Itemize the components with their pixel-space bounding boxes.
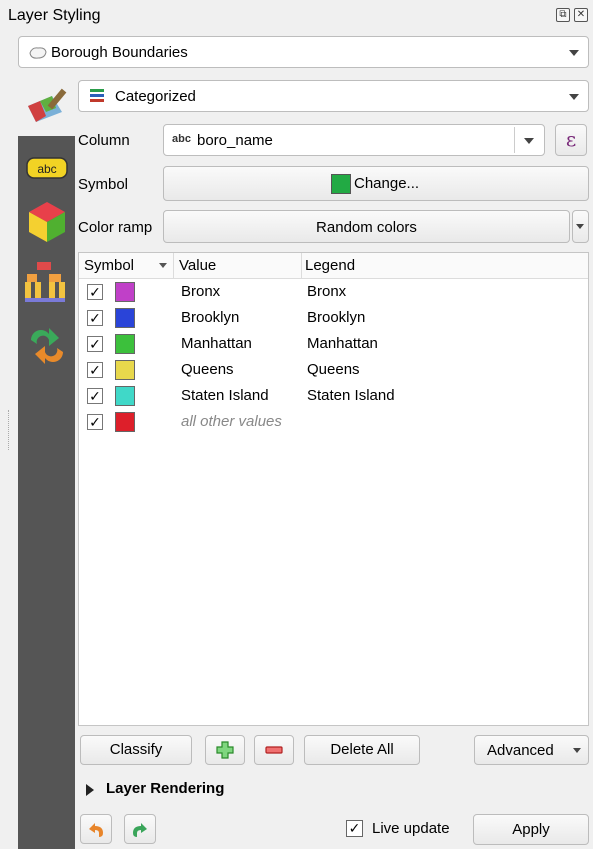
column-separator <box>301 253 302 279</box>
delete-all-button[interactable]: Delete All <box>304 735 420 765</box>
string-field-icon: abc <box>172 133 191 145</box>
live-update-checkbox[interactable]: ✓ <box>346 820 363 837</box>
row-checkbox[interactable]: ✓ <box>87 414 103 430</box>
row-value: Manhattan <box>181 335 252 352</box>
apply-button[interactable]: Apply <box>473 814 589 845</box>
layer-select[interactable]: Borough Boundaries <box>18 36 589 68</box>
symbol-swatch[interactable] <box>115 386 135 406</box>
table-row[interactable]: ✓ Manhattan Manhattan <box>79 332 588 358</box>
column-select[interactable]: abc boro_name <box>163 124 545 156</box>
column-separator <box>173 253 174 279</box>
layer-rendering-toggle[interactable]: Layer Rendering <box>106 780 224 797</box>
redo-icon <box>133 823 147 837</box>
sort-indicator-icon <box>159 263 167 268</box>
row-legend: Bronx <box>307 283 347 300</box>
change-symbol-label: Change... <box>354 175 420 192</box>
expand-triangle-icon[interactable] <box>86 784 94 796</box>
close-icon[interactable]: ✕ <box>574 8 588 22</box>
advanced-button[interactable]: Advanced <box>474 735 589 765</box>
3d-view-icon[interactable] <box>23 198 71 246</box>
row-value: all other values <box>181 413 282 430</box>
row-checkbox[interactable]: ✓ <box>87 336 103 352</box>
plus-icon <box>216 741 234 759</box>
color-ramp-dropdown[interactable] <box>572 210 589 243</box>
renderer-select-value: Categorized <box>115 88 196 105</box>
table-row[interactable]: ✓ Brooklyn Brooklyn <box>79 306 588 332</box>
symbol-swatch[interactable] <box>115 282 135 302</box>
change-symbol-button[interactable]: Change... <box>163 166 589 201</box>
color-ramp-label: Color ramp <box>78 219 153 236</box>
diagram-icon[interactable] <box>23 258 71 306</box>
history-icon[interactable] <box>23 322 71 370</box>
column-select-value: boro_name <box>197 132 273 149</box>
classify-button[interactable]: Classify <box>80 735 192 765</box>
layer-select-value: Borough Boundaries <box>51 44 188 61</box>
panel-title-bar: Layer Styling ⧉ ✕ <box>0 0 593 32</box>
symbol-preview-swatch <box>331 174 351 194</box>
splitter-handle[interactable] <box>8 410 10 450</box>
column-label: Column <box>78 132 130 149</box>
symbol-swatch[interactable] <box>115 334 135 354</box>
advanced-label: Advanced <box>487 742 554 759</box>
float-panel-icon[interactable]: ⧉ <box>556 8 570 22</box>
chevron-down-icon <box>569 94 579 100</box>
color-ramp-value: Random colors <box>316 219 417 236</box>
row-value: Bronx <box>181 283 221 300</box>
svg-text:abc: abc <box>37 162 56 176</box>
table-row[interactable]: ✓ all other values <box>79 410 588 436</box>
chevron-down-icon <box>573 748 581 753</box>
categorized-icon <box>90 89 104 102</box>
expression-button[interactable]: ε <box>555 124 587 156</box>
remove-category-button[interactable] <box>254 735 294 765</box>
panel-title: Layer Styling <box>8 7 101 24</box>
table-row[interactable]: ✓ Staten Island Staten Island <box>79 384 588 410</box>
chevron-down-icon <box>524 138 534 144</box>
table-row[interactable]: ✓ Queens Queens <box>79 358 588 384</box>
combo-separator <box>514 127 515 153</box>
column-header-legend[interactable]: Legend <box>305 257 355 274</box>
row-legend: Brooklyn <box>307 309 366 326</box>
live-update-label: Live update <box>372 820 450 837</box>
symbol-swatch[interactable] <box>115 308 135 328</box>
color-ramp-button[interactable]: Random colors <box>163 210 570 243</box>
row-legend: Queens <box>307 361 360 378</box>
row-checkbox[interactable]: ✓ <box>87 388 103 404</box>
categories-table[interactable]: Symbol Value Legend ✓ Bronx Bronx ✓ Broo… <box>78 252 589 726</box>
polygon-layer-icon <box>29 47 47 59</box>
row-legend: Staten Island <box>307 387 395 404</box>
row-legend: Manhattan <box>307 335 378 352</box>
row-checkbox[interactable]: ✓ <box>87 284 103 300</box>
row-checkbox[interactable]: ✓ <box>87 310 103 326</box>
row-value: Brooklyn <box>181 309 240 326</box>
chevron-down-icon <box>576 224 584 229</box>
table-row[interactable]: ✓ Bronx Bronx <box>79 280 588 306</box>
column-header-symbol[interactable]: Symbol <box>84 257 134 274</box>
undo-button[interactable] <box>80 814 112 844</box>
symbol-swatch[interactable] <box>115 412 135 432</box>
paintbrush-icon[interactable] <box>22 82 72 128</box>
row-value: Queens <box>181 361 234 378</box>
minus-icon <box>265 746 283 754</box>
redo-button[interactable] <box>124 814 156 844</box>
labels-icon[interactable]: abc <box>23 152 71 200</box>
symbol-label: Symbol <box>78 176 129 193</box>
row-value: Staten Island <box>181 387 269 404</box>
row-checkbox[interactable]: ✓ <box>87 362 103 378</box>
symbol-swatch[interactable] <box>115 360 135 380</box>
add-category-button[interactable] <box>205 735 245 765</box>
table-header: Symbol Value Legend <box>79 253 588 279</box>
chevron-down-icon <box>569 50 579 56</box>
undo-icon <box>89 823 103 837</box>
renderer-select[interactable]: Categorized <box>78 80 589 112</box>
column-header-value[interactable]: Value <box>179 257 216 274</box>
